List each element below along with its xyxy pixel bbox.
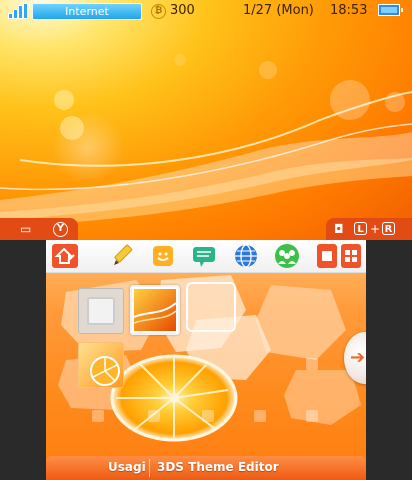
y-button-icon: Y [53, 222, 68, 237]
selection-cursor[interactable] [186, 282, 236, 332]
app-icon-orange[interactable] [78, 342, 124, 388]
folder-slot [306, 410, 318, 422]
globe-icon[interactable] [233, 243, 259, 269]
home-menu-toolbar [46, 240, 366, 273]
pencil-icon[interactable] [110, 243, 136, 269]
camera-icon: ▭ [20, 222, 32, 236]
folder-slot [202, 410, 214, 422]
r-button-icon: R [382, 222, 395, 235]
plus-icon: + [370, 222, 381, 236]
creator-name: Usagi [108, 460, 146, 474]
play-coin-icon: ₿ [151, 4, 166, 19]
orange-icon [90, 356, 120, 386]
theme-title: 3DS Theme Editor [157, 460, 279, 474]
bottom-screen: ➔ Usagi 3DS Theme Editor [46, 240, 366, 480]
home-settings-button[interactable] [52, 244, 78, 268]
grid-view-icon [345, 250, 357, 262]
chat-icon[interactable] [191, 243, 217, 269]
battery-icon [378, 4, 403, 16]
folder-slot [306, 358, 318, 370]
play-coin-count: 300 [170, 3, 195, 18]
grid-view-button[interactable] [341, 244, 361, 268]
screenshot-lr-tab[interactable]: ◘ L + R [326, 218, 412, 240]
theme-info-bar: Usagi 3DS Theme Editor [46, 456, 366, 480]
camera-y-tab[interactable]: ▭ Y [0, 218, 78, 240]
folder-slot [92, 410, 104, 422]
wallpaper-swooshes [0, 54, 412, 226]
time-display: 18:53 [330, 3, 368, 18]
camera-icon: ◘ [334, 222, 344, 236]
smiley-icon[interactable] [150, 243, 176, 269]
internet-status-badge: Internet [32, 3, 142, 20]
divider [149, 459, 150, 477]
friends-icon[interactable] [274, 243, 300, 269]
home-settings-icon [54, 247, 75, 264]
folder-slot [148, 410, 160, 422]
arrow-right-icon: ➔ [350, 347, 366, 368]
top-screen: Internet ₿ 300 1/27 (Mon) 18:53 ▭ Y ◘ L … [0, 0, 412, 240]
theme-preview-icon [134, 289, 176, 331]
app-icon-blank[interactable] [78, 288, 124, 334]
single-view-button[interactable] [317, 244, 337, 268]
folder-slot [254, 410, 266, 422]
date-display: 1/27 (Mon) [243, 3, 314, 18]
app-icon-theme[interactable] [130, 285, 180, 335]
blank-icon [87, 297, 115, 325]
wifi-signal-icon [8, 3, 28, 19]
l-button-icon: L [354, 222, 367, 235]
status-bar: Internet ₿ 300 1/27 (Mon) 18:53 [0, 0, 412, 22]
single-view-icon [322, 251, 332, 261]
